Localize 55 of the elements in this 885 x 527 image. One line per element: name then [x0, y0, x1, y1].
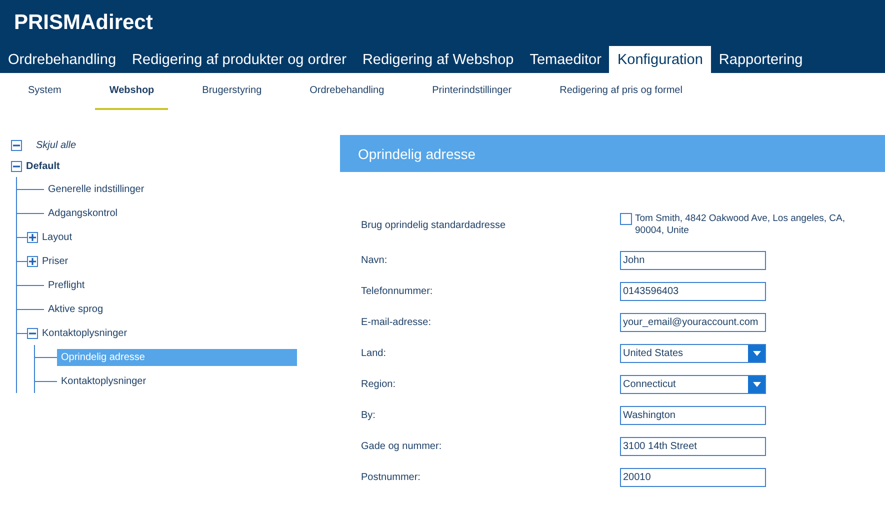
main-tab[interactable]: Redigering af produkter og ordrer — [124, 46, 354, 73]
tree-item[interactable]: Layout — [38, 228, 76, 246]
expand-toggle[interactable] — [27, 232, 38, 242]
input-field[interactable]: Washington — [620, 406, 766, 425]
collapse-toggle[interactable] — [27, 328, 38, 338]
input-field[interactable]: 20010 — [620, 468, 766, 487]
tree-item[interactable]: Aktive sprog — [44, 300, 108, 318]
sub-tab[interactable]: Webshop — [95, 73, 168, 110]
field-label: E-mail-adresse: — [361, 317, 432, 328]
main-tab[interactable]: Konfiguration — [609, 46, 711, 73]
input-field[interactable]: 3100 14th Street — [620, 437, 766, 456]
tree-root[interactable]: Default — [22, 158, 64, 175]
caret-icon — [752, 382, 760, 387]
main-tab[interactable]: Rapportering — [710, 46, 811, 73]
collapse-all-toggle[interactable] — [11, 140, 22, 151]
input-field[interactable]: your_email@youraccount.com — [620, 313, 766, 332]
caret-icon — [752, 351, 760, 356]
minus-icon — [13, 163, 20, 170]
plus-icon — [29, 258, 36, 264]
sub-tab[interactable]: Brugerstyring — [188, 73, 276, 110]
field-label: Navn: — [361, 255, 388, 266]
main-tab[interactable]: Ordrebehandling — [0, 46, 124, 73]
sub-tab[interactable]: Ordrebehandling — [296, 73, 398, 110]
input-field[interactable]: 0143596403 — [620, 282, 766, 301]
minus-icon — [29, 330, 36, 336]
field-label: Postnummer: — [361, 472, 422, 483]
sub-tab[interactable]: System — [14, 73, 76, 110]
tree-item[interactable]: Kontaktoplysninger — [57, 372, 150, 390]
plus-icon — [29, 234, 36, 240]
field-label: Brug oprindelig standardadresse — [361, 220, 507, 231]
field-label: Land: — [361, 348, 388, 359]
collapse-all-link[interactable]: Skjul alle — [32, 137, 80, 154]
sub-tab[interactable]: Printerindstillinger — [418, 73, 526, 110]
dropdown[interactable]: United States — [620, 344, 766, 363]
tree-item[interactable]: Adgangskontrol — [44, 204, 122, 222]
checkbox[interactable] — [620, 212, 632, 224]
minus-icon — [13, 142, 20, 149]
sub-tab[interactable]: Redigering af pris og formel — [546, 73, 696, 110]
tree-item[interactable]: Kontaktoplysninger — [38, 324, 132, 342]
panel-title: Oprindelig adresse — [340, 135, 885, 172]
tree-item[interactable]: Preflight — [44, 276, 89, 294]
field-label: Region: — [361, 379, 396, 390]
tree-item[interactable]: Generelle indstillinger — [44, 180, 148, 198]
main-tab[interactable]: Redigering af Webshop — [354, 46, 522, 73]
field-label: By: — [361, 410, 376, 421]
collapse-toggle[interactable] — [11, 161, 22, 172]
app-logo: PRISMAdirect — [14, 11, 153, 35]
address-text: Tom Smith, 4842 Oakwood Ave, Los angeles, CA, 90004, Unite — [635, 212, 846, 236]
dropdown[interactable]: Connecticut — [620, 375, 766, 394]
field-label: Gade og nummer: — [361, 441, 443, 452]
expand-toggle[interactable] — [27, 256, 38, 266]
main-tab[interactable]: Temaeditor — [522, 46, 610, 73]
input-field[interactable]: John — [620, 251, 766, 270]
tree-item[interactable]: Priser — [38, 252, 72, 270]
field-label: Telefonnummer: — [361, 286, 434, 297]
